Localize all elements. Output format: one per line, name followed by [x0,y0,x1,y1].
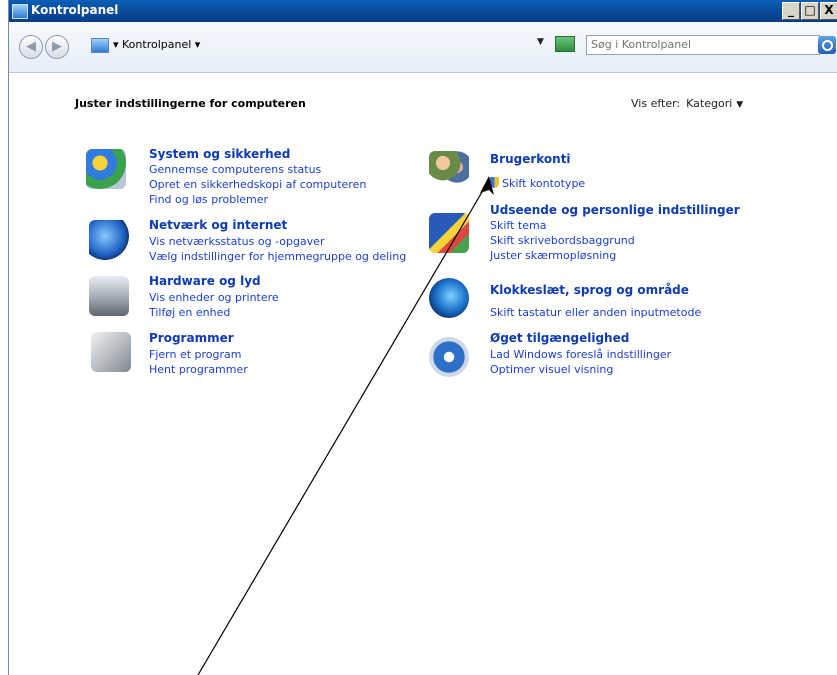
uac-shield-icon [490,177,499,188]
link-optimize-visual-display[interactable]: Optimer visuel visning [490,363,613,376]
back-arrow-icon: ◀ [26,39,36,54]
link-homegroup-sharing[interactable]: Vælg indstillinger for hjemmegruppe og d… [149,250,406,263]
minimize-button[interactable]: _ [782,2,800,20]
link-computer-status[interactable]: Gennemse computerens status [149,163,321,176]
link-create-backup[interactable]: Opret en sikkerhedskopi af computeren [149,178,366,191]
navigation-bar: ◀ ▶ ▾ Kontrolpanel ▾ ▼ [9,22,837,73]
link-change-account-type-label: Skift kontotype [502,177,586,190]
control-panel-window: Kontrolpanel _ □ X ◀ ▶ ▾ Kontrolpanel ▾ … [8,0,837,675]
forward-arrow-icon: ▶ [52,39,62,54]
category-title-hardware-sound[interactable]: Hardware og lyd [149,274,261,288]
main-content: Juster indstillingerne for computeren Vi… [9,73,837,675]
shield-icon[interactable] [86,149,126,189]
close-button[interactable]: X [820,2,837,20]
view-by-control: Vis efter: Kategori ▼ [631,97,743,110]
link-network-status[interactable]: Vis netværksstatus og -opgaver [149,235,324,248]
view-by-dropdown[interactable]: Kategori [686,97,732,110]
view-by-label: Vis efter: [631,97,681,110]
search-input[interactable] [587,36,815,53]
link-uninstall-program[interactable]: Fjern et program [149,348,241,361]
link-troubleshoot[interactable]: Find og løs problemer [149,193,268,206]
search-box[interactable] [586,35,820,55]
back-button[interactable]: ◀ [19,35,43,59]
link-windows-suggest-settings[interactable]: Lad Windows foreslå indstillinger [490,348,671,361]
category-title-clock-language-region[interactable]: Klokkeslæt, sprog og område [490,283,689,297]
search-button[interactable] [818,36,836,54]
user-accounts-icon[interactable] [429,151,469,191]
address-dropdown-button[interactable]: ▼ [537,37,544,47]
page-heading: Juster indstillingerne for computeren [75,97,306,110]
appearance-icon[interactable] [429,213,469,253]
category-title-ease-of-access[interactable]: Øget tilgængelighed [490,331,629,345]
control-panel-address-icon [91,38,109,53]
control-panel-icon [12,4,28,19]
category-title-system-security[interactable]: System og sikkerhed [149,147,290,161]
category-title-appearance[interactable]: Udseende og personlige indstillinger [490,203,740,217]
category-title-programs[interactable]: Programmer [149,331,234,345]
ease-of-access-icon[interactable] [429,337,469,377]
programs-icon[interactable] [91,332,131,372]
link-change-keyboard[interactable]: Skift tastatur eller anden inputmetode [490,306,701,319]
breadcrumb[interactable]: ▾ Kontrolpanel ▾ [113,38,200,51]
title-bar: Kontrolpanel _ □ X [9,0,837,22]
network-globe-icon[interactable] [89,220,129,260]
link-get-programs[interactable]: Hent programmer [149,363,248,376]
window-title: Kontrolpanel [31,3,119,17]
link-change-account-type[interactable]: Skift kontotype [490,177,585,190]
link-change-theme[interactable]: Skift tema [490,219,546,232]
printer-icon[interactable] [89,276,129,316]
search-icon [822,40,833,51]
link-change-desktop-background[interactable]: Skift skrivebordsbaggrund [490,234,635,247]
maximize-button[interactable]: □ [801,2,819,20]
refresh-icon[interactable] [555,36,575,52]
category-title-network[interactable]: Netværk og internet [149,218,287,232]
forward-button[interactable]: ▶ [45,35,69,59]
clock-globe-icon[interactable] [429,278,469,318]
chevron-down-icon[interactable]: ▼ [736,100,743,110]
link-adjust-resolution[interactable]: Juster skærmopløsning [490,249,616,262]
link-add-device[interactable]: Tilføj en enhed [149,306,230,319]
link-devices-printers[interactable]: Vis enheder og printere [149,291,279,304]
category-title-user-accounts[interactable]: Brugerkonti [490,152,571,166]
